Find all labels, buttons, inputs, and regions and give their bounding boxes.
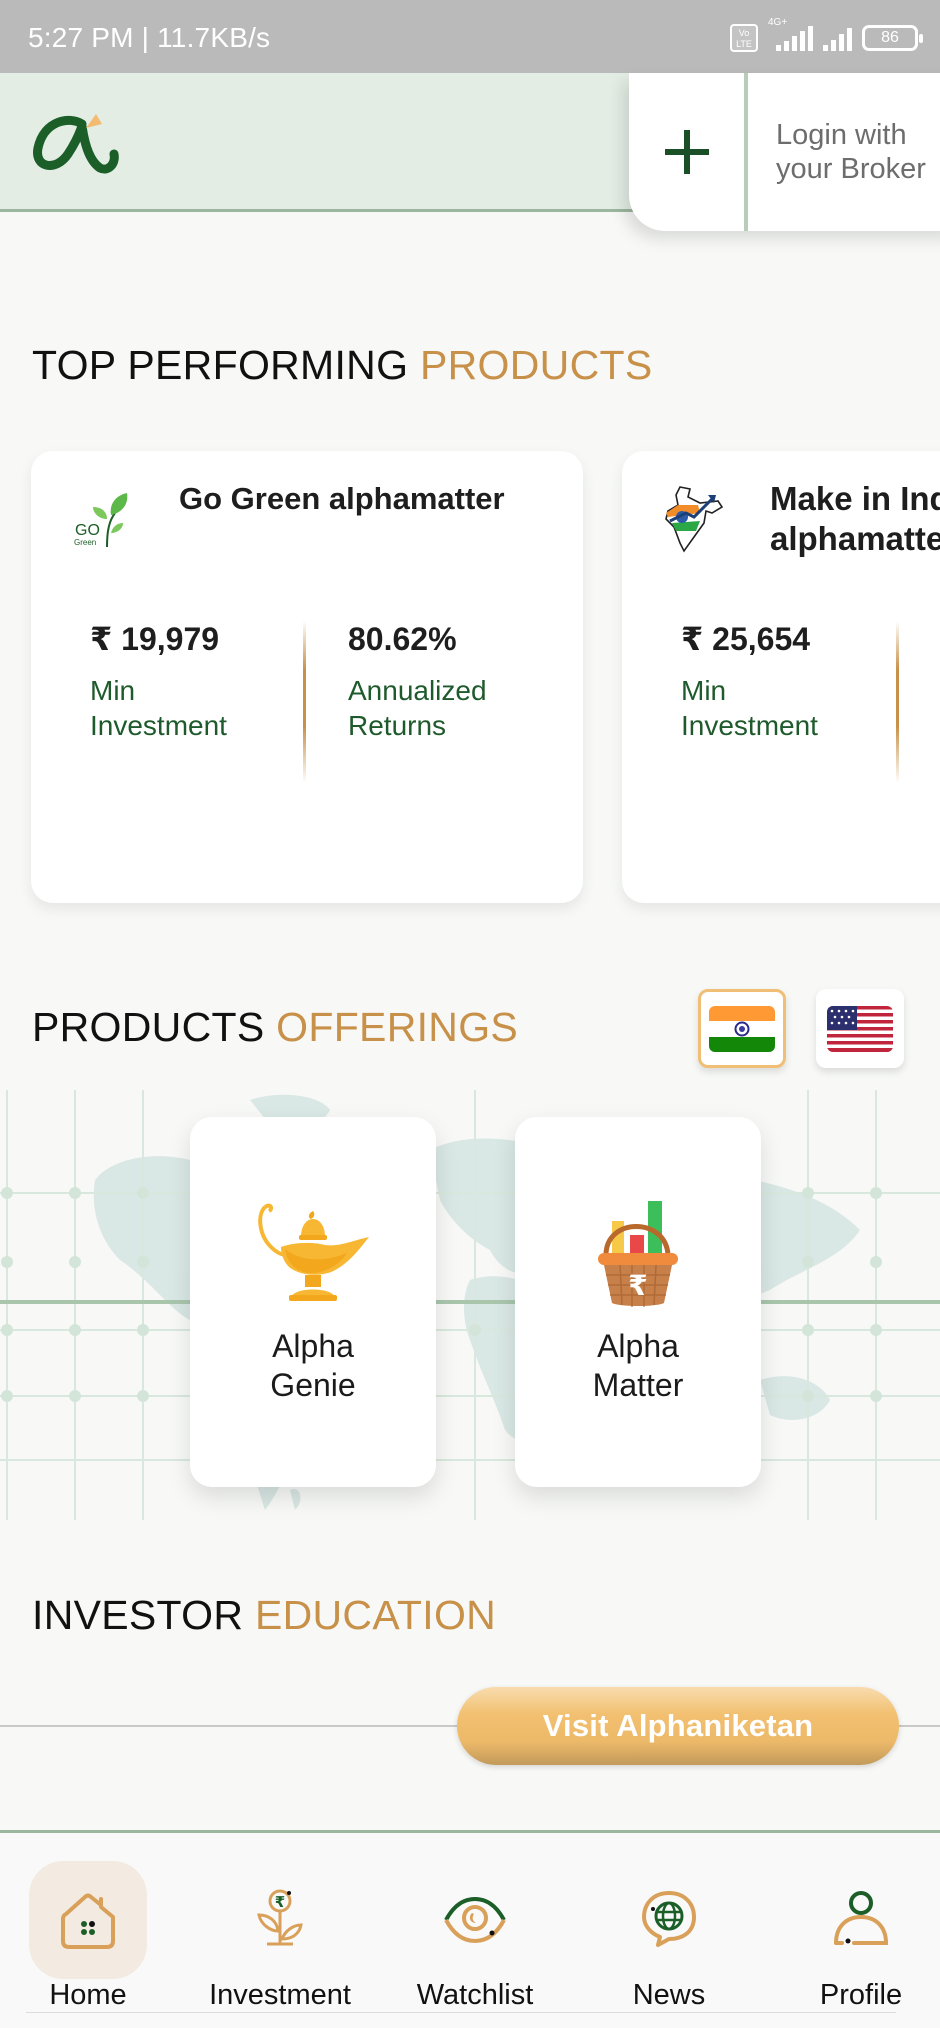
nav-watchlist[interactable]: Watchlist [395,1851,555,2011]
add-broker-button[interactable] [629,73,744,231]
status-icons: Vo LTE 4G+ 86 [730,17,923,52]
home-icon [61,1893,115,1949]
min-investment-metric: ₹ 19,979 Min Investment [90,619,227,743]
signal-4g-icon: 4G+ [768,17,813,51]
nav-profile[interactable]: Profile [781,1851,940,2011]
svg-text:₹: ₹ [275,1893,285,1911]
volte-icon: Vo LTE [730,24,758,52]
login-with-broker-button[interactable]: Login with your Broker [748,118,926,186]
region-usa-button[interactable] [816,989,904,1068]
bottom-navigation: Home ₹ Investment Watchlist News Profile [0,1830,940,2028]
investor-education-title: INVESTOR EDUCATION [32,1592,497,1638]
battery-icon: 86 [862,25,923,51]
min-investment-label: Min Investment [90,675,227,741]
alpha-logo[interactable] [30,110,122,174]
svg-text:₹: ₹ [628,1269,647,1302]
product-card-make-in-india[interactable]: Make in India alphamatter ₹ 25,654 Min I… [622,451,940,903]
nav-investment[interactable]: ₹ Investment [200,1851,360,2011]
profile-icon [834,1891,889,1945]
product-card-go-green[interactable]: GO Green Go Green alphamatter ₹ 19,979 M… [31,451,583,903]
broker-login-panel: Login with your Broker [629,73,940,231]
us-flag-icon [827,1005,893,1052]
svg-text:Green: Green [74,538,96,547]
offering-label: Alpha Genie [270,1328,356,1403]
make-in-india-logo [665,486,724,553]
world-map-background [0,1090,940,1520]
metric-divider [303,621,306,783]
annualized-returns-label: Annualized Returns [348,675,487,741]
nav-home[interactable]: Home [8,1851,168,2011]
annualized-returns-value: 80.62% [348,621,457,657]
min-investment-value: ₹ 25,654 [681,621,811,657]
globe-chat-icon [642,1891,696,1947]
top-products-title: TOP PERFORMING PRODUCTS [32,342,653,388]
signal-icon [823,25,852,51]
magic-lamp-icon [258,1203,369,1301]
product-name: Make in India alphamatter [770,480,940,557]
eye-icon [444,1896,506,1944]
min-investment-metric: ₹ 25,654 Min Investment [681,619,818,743]
offering-label: Alpha Matter [592,1328,684,1403]
visit-alphaniketan-button[interactable]: Visit Alphaniketan [457,1687,899,1765]
metric-divider [896,621,899,783]
region-india-button[interactable] [698,989,786,1068]
product-name: Go Green alphamatter [179,481,505,516]
min-investment-label: Min Investment [681,675,818,741]
svg-text:GO: GO [75,522,100,539]
status-bar: 5:27 PM | 11.7KB/s Vo LTE 4G+ 86 [0,0,940,73]
nav-news[interactable]: News [589,1851,749,2011]
investment-plant-icon: ₹ [257,1889,303,1946]
offerings-title: PRODUCTS OFFERINGS [32,1004,519,1050]
offering-alpha-genie[interactable]: Alpha Genie [190,1117,436,1487]
nav-bottom-divider [26,2012,896,2013]
annualized-returns-metric: 80.62% Annualized Returns [348,619,487,743]
status-time-speed: 5:27 PM | 11.7KB/s [28,22,271,53]
plus-icon [664,130,709,174]
offering-alpha-matter[interactable]: ₹ Alpha Matter [515,1117,761,1487]
india-flag-icon [709,1005,775,1052]
min-investment-value: ₹ 19,979 [90,621,220,657]
rupee-basket-icon: ₹ [598,1201,678,1307]
go-green-logo: GO Green [74,493,128,548]
